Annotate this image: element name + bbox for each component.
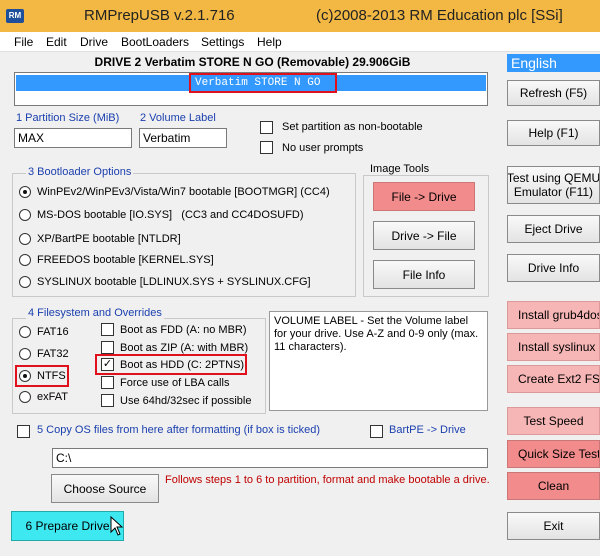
bartpe-checkbox[interactable] — [370, 425, 383, 438]
no-prompts-checkbox[interactable] — [260, 141, 273, 154]
drive-row-text: DRIVE 2 F: 29.9GiB — [45, 93, 204, 105]
mouse-cursor-icon — [110, 516, 124, 536]
help-button[interactable]: Help (F1) — [507, 120, 600, 146]
partition-size-input[interactable]: MAX — [14, 128, 132, 148]
install-grub4dos-button[interactable]: Install grub4dos — [507, 301, 600, 329]
title-bar[interactable]: RM RMPrepUSB v.2.1.716 (c)2008-2013 RM E… — [0, 0, 600, 32]
no-prompts-label: No user prompts — [282, 142, 364, 154]
test-qemu-button[interactable]: Test using QEMU Emulator (F11) — [507, 166, 600, 204]
fs-radio-ntfs[interactable] — [19, 370, 31, 382]
drive-list[interactable]: DRIVE 2 F: 29.9GiB Verbatim STORE N GO — [14, 72, 488, 106]
bootloader-group-title: 3 Bootloader Options — [26, 166, 134, 178]
non-bootable-checkbox[interactable] — [260, 121, 273, 134]
menu-settings[interactable]: Settings — [201, 35, 244, 49]
drive-name-highlight: Verbatim STORE N GO — [189, 73, 337, 93]
bootloader-radio-freedos[interactable] — [19, 254, 31, 266]
test-qemu-line2: Emulator (F11) — [513, 185, 594, 199]
override-hdd-label: Boot as HDD (C: 2PTNS) — [120, 359, 245, 371]
override-fdd-label: Boot as FDD (A: no MBR) — [120, 324, 247, 336]
file-to-drive-button[interactable]: File -> Drive — [373, 182, 475, 211]
install-syslinux-button[interactable]: Install syslinux — [507, 333, 600, 361]
filesystem-group-title: 4 Filesystem and Overrides — [26, 307, 164, 319]
test-qemu-line1: Test using QEMU — [507, 171, 600, 185]
bootloader-radio-winpe[interactable] — [19, 186, 31, 198]
bootloader-option-msdos: MS-DOS bootable [IO.SYS] (CC3 and CC4DOS… — [37, 209, 304, 221]
file-info-button[interactable]: File Info — [373, 260, 475, 289]
bootloader-radio-xp[interactable] — [19, 233, 31, 245]
override-64hd-checkbox[interactable] — [101, 394, 114, 407]
bootloader-option-syslinux: SYSLINUX bootable [LDLINUX.SYS + SYSLINU… — [37, 276, 311, 288]
menu-bootloaders[interactable]: BootLoaders — [121, 35, 189, 49]
override-zip-checkbox[interactable] — [101, 341, 114, 354]
menu-drive[interactable]: Drive — [80, 35, 108, 49]
bootloader-option-freedos: FREEDOS bootable [KERNEL.SYS] — [37, 254, 214, 266]
window-copyright: (c)2008-2013 RM Education plc [SSi] — [316, 7, 563, 24]
test-speed-button[interactable]: Test Speed — [507, 407, 600, 435]
copy-os-checkbox[interactable] — [17, 425, 30, 438]
override-lba-label: Force use of LBA calls — [120, 377, 230, 389]
fs-radio-fat32[interactable] — [19, 348, 31, 360]
non-bootable-label: Set partition as non-bootable — [282, 121, 423, 133]
bartpe-label: BartPE -> Drive — [389, 424, 466, 436]
drive-info-button[interactable]: Drive Info — [507, 254, 600, 282]
fs-radio-fat16[interactable] — [19, 326, 31, 338]
menu-bar: File Edit Drive BootLoaders Settings Hel… — [0, 32, 600, 52]
fs-label-fat32: FAT32 — [37, 348, 69, 360]
refresh-button[interactable]: Refresh (F5) — [507, 80, 600, 106]
exit-button[interactable]: Exit — [507, 512, 600, 540]
image-tools-title: Image Tools — [368, 163, 432, 175]
bootloader-option-winpe: WinPEv2/WinPEv3/Vista/Win7 bootable [BOO… — [37, 186, 330, 198]
quick-size-test-button[interactable]: Quick Size Test — [507, 440, 600, 468]
steps-instructions: Follows steps 1 to 6 to partition, forma… — [165, 474, 490, 486]
override-64hd-label: Use 64hd/32sec if possible — [120, 395, 252, 407]
create-ext2-button[interactable]: Create Ext2 FS — [507, 365, 600, 393]
drive-header: DRIVE 2 Verbatim STORE N GO (Removable) … — [94, 55, 411, 69]
language-select[interactable]: English — [507, 54, 600, 72]
volume-label-input[interactable]: Verbatim — [139, 128, 227, 148]
override-lba-checkbox[interactable] — [101, 376, 114, 389]
copy-os-label: 5 Copy OS files from here after formatti… — [37, 424, 321, 436]
menu-file[interactable]: File — [14, 35, 33, 49]
fs-label-fat16: FAT16 — [37, 326, 69, 338]
override-fdd-checkbox[interactable] — [101, 323, 114, 336]
fs-radio-exfat[interactable] — [19, 391, 31, 403]
prepare-drive-button[interactable]: 6 Prepare Drive — [11, 511, 124, 541]
choose-source-button[interactable]: Choose Source — [51, 474, 159, 503]
bootloader-option-xp: XP/BartPE bootable [NTLDR] — [37, 233, 181, 245]
volume-help-text: VOLUME LABEL - Set the Volume label for … — [269, 311, 488, 411]
drive-to-file-button[interactable]: Drive -> File — [373, 221, 475, 250]
menu-help[interactable]: Help — [257, 35, 282, 49]
override-zip-label: Boot as ZIP (A: with MBR) — [120, 342, 249, 354]
bootloader-radio-msdos[interactable] — [19, 209, 31, 221]
fs-label-exfat: exFAT — [37, 391, 68, 403]
override-hdd-checkbox[interactable]: ✓ — [101, 358, 114, 371]
fs-label-ntfs: NTFS — [37, 370, 66, 382]
clean-button[interactable]: Clean — [507, 472, 600, 500]
copy-os-path-input[interactable]: C:\ — [52, 448, 488, 468]
bootloader-radio-syslinux[interactable] — [19, 276, 31, 288]
menu-edit[interactable]: Edit — [46, 35, 67, 49]
partition-size-label: 1 Partition Size (MiB) — [16, 112, 120, 124]
eject-drive-button[interactable]: Eject Drive — [507, 215, 600, 243]
app-icon: RM — [6, 9, 24, 23]
volume-label-label: 2 Volume Label — [140, 112, 216, 124]
window-title: RMPrepUSB v.2.1.716 — [84, 7, 235, 24]
